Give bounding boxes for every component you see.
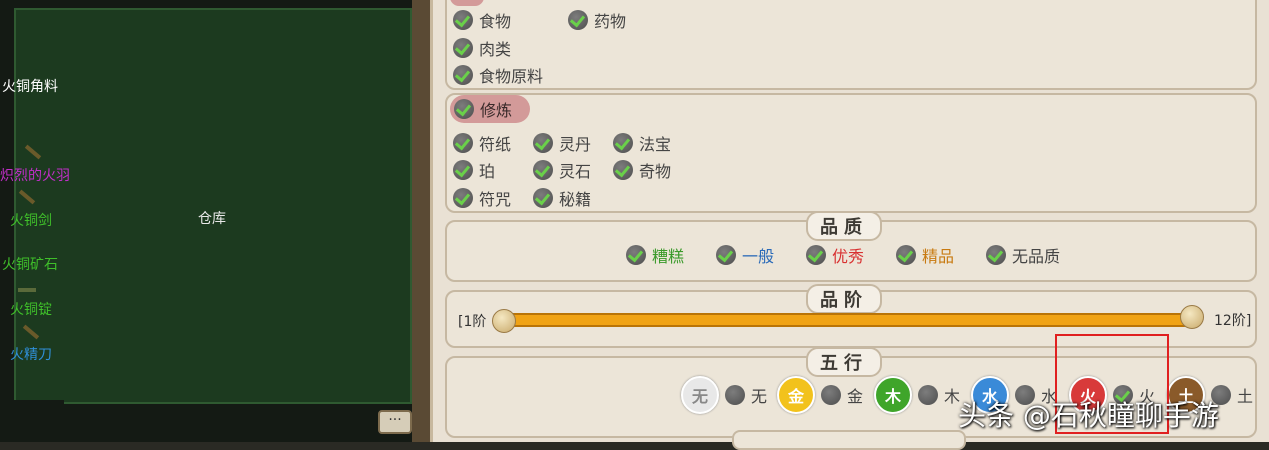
checkbox-icon xyxy=(806,245,826,265)
element-option-metal[interactable]: 金金 xyxy=(777,376,863,414)
checkbox-icon xyxy=(533,188,553,208)
item-label[interactable]: 火精刀 xyxy=(10,344,52,364)
checkbox-icon xyxy=(986,245,1006,265)
bottom-tab xyxy=(732,430,966,450)
item-label[interactable]: 火铜剑 xyxy=(10,210,52,230)
filter-option[interactable]: 珀 xyxy=(453,158,495,182)
category-box-food xyxy=(445,0,1257,90)
checkbox-icon xyxy=(613,160,633,180)
rank-min-label: [1阶 xyxy=(458,314,487,330)
warehouse-label: 仓库 xyxy=(198,211,226,227)
item-label[interactable]: 火铜锭 xyxy=(10,299,52,319)
rank-title: 品阶 xyxy=(806,284,882,314)
filter-option[interactable]: 符咒 xyxy=(453,186,511,210)
chat-button[interactable]: ··· xyxy=(378,410,412,434)
quality-option[interactable]: 优秀 xyxy=(806,243,864,267)
checkbox-icon xyxy=(453,133,473,153)
checkbox-icon xyxy=(725,385,745,405)
element-option-none[interactable]: 无无 xyxy=(681,376,767,414)
filter-option[interactable]: 药物 xyxy=(568,8,626,32)
element-none-icon: 无 xyxy=(681,376,719,414)
checkbox-icon xyxy=(716,245,736,265)
checkbox-icon xyxy=(821,385,841,405)
checkbox-icon xyxy=(613,133,633,153)
checkbox-icon xyxy=(453,188,473,208)
rank-slider-track[interactable] xyxy=(503,313,1191,327)
checkbox-icon xyxy=(896,245,916,265)
filter-option[interactable]: 秘籍 xyxy=(533,186,591,210)
quality-title: 品质 xyxy=(806,211,882,241)
element-option-wood[interactable]: 木木 xyxy=(874,376,960,414)
quality-option[interactable]: 一般 xyxy=(716,243,774,267)
checkbox-icon xyxy=(453,38,473,58)
category-pill-food[interactable] xyxy=(450,0,484,6)
checkbox-icon xyxy=(533,160,553,180)
filter-option[interactable]: 食物 xyxy=(453,8,511,32)
checkbox-icon xyxy=(454,99,474,119)
filter-option[interactable]: 灵石 xyxy=(533,158,591,182)
filter-option[interactable]: 奇物 xyxy=(613,158,671,182)
quality-option[interactable]: 无品质 xyxy=(986,243,1060,267)
item-label[interactable]: 炽烈的火羽 xyxy=(0,165,70,185)
item-label[interactable]: 火铜角料 xyxy=(2,76,58,96)
item-label[interactable]: 火铜矿石 xyxy=(2,254,58,274)
checkbox-icon xyxy=(568,10,588,30)
checkbox-icon xyxy=(918,385,938,405)
warehouse-panel xyxy=(14,8,412,404)
filter-option[interactable]: 灵丹 xyxy=(533,131,591,155)
quality-option[interactable]: 精品 xyxy=(896,243,954,267)
checkbox-icon xyxy=(453,10,473,30)
checkbox-icon xyxy=(453,160,473,180)
watermark: 头条 @石秋瞳聊手游 xyxy=(958,399,1219,432)
item-thumbnail xyxy=(18,288,36,292)
element-wood-icon: 木 xyxy=(874,376,912,414)
checkbox-icon xyxy=(626,245,646,265)
panel-divider xyxy=(412,0,430,442)
element-metal-icon: 金 xyxy=(777,376,815,414)
filter-option[interactable]: 法宝 xyxy=(613,131,671,155)
rank-slider-min-handle[interactable] xyxy=(492,309,516,333)
category-pill-cultivation[interactable]: 修炼 xyxy=(450,95,531,123)
five-elements-title: 五行 xyxy=(806,347,882,377)
filter-option[interactable]: 肉类 xyxy=(453,36,511,60)
checkbox-icon xyxy=(533,133,553,153)
rank-slider-max-handle[interactable] xyxy=(1180,305,1204,329)
filter-option[interactable]: 食物原料 xyxy=(453,63,543,87)
rank-max-label: 12阶] xyxy=(1214,313,1252,329)
checkbox-icon xyxy=(453,65,473,85)
quality-option[interactable]: 糟糕 xyxy=(626,243,684,267)
filter-option[interactable]: 符纸 xyxy=(453,131,511,155)
